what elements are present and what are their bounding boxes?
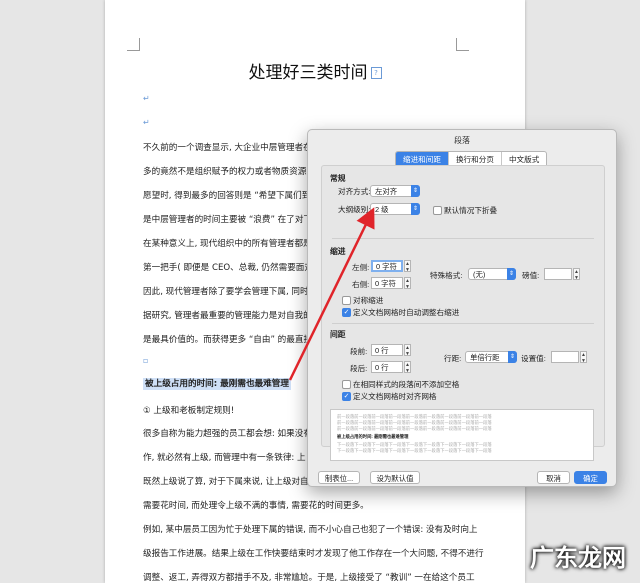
document-title[interactable]: 处理好三类时间? (105, 58, 525, 83)
line-spacing-select[interactable]: 单倍行距 ⇕ (465, 351, 517, 363)
grid-indent-label: 定义文档网格时自动调整右缩进 (353, 308, 460, 317)
special-format-select[interactable]: (无) ⇕ (468, 268, 516, 280)
outline-label: 大纲级别: (338, 205, 371, 214)
body-line[interactable]: 愿望时, 得到最多的回答则是 “希望下属们到 (143, 189, 310, 201)
snap-grid-label: 定义文档网格时对齐网格 (353, 392, 437, 401)
preview-box: 前一段落前一段落前一段落前一段落前一段落前一段落前一段落前一段落前一段落 前一段… (330, 409, 594, 461)
body-line[interactable]: 在某种意义上, 现代组织中的所有管理者都是 “ (143, 237, 319, 249)
chevron-updown-icon: ⇕ (411, 185, 420, 197)
special-format-label: 特殊格式: (430, 271, 463, 280)
body-line[interactable]: 很多自称为能力超强的员工都会想: 如果没有上 (143, 427, 321, 439)
cancel-button[interactable]: 取消 (537, 471, 570, 484)
measure-input[interactable] (544, 268, 572, 280)
right-indent-label: 右侧: (352, 280, 370, 289)
body-line[interactable]: 是最具价值的。而获得更多 “自由” 的最直接且 (143, 333, 321, 345)
paragraph-mark-icon: ↵ (143, 94, 150, 103)
mirror-indent-checkbox[interactable] (342, 296, 351, 305)
grid-indent-checkbox[interactable]: ✓ (342, 308, 351, 317)
no-space-checkbox[interactable] (342, 380, 351, 389)
space-after-label: 段后: (350, 364, 368, 373)
measure-stepper[interactable]: ▲ ▼ (573, 268, 580, 281)
heading-text[interactable]: 被上级占用的时间: 最刚需也最难管理 (143, 378, 291, 390)
body-line[interactable]: 既然上级说了算, 对于下属来说, 让上级对自己 (143, 475, 317, 487)
body-line[interactable]: 第一把手( 即便是 CEO、总裁, 仍然需要面对董 (143, 261, 322, 273)
chevron-updown-icon: ⇕ (411, 203, 420, 215)
dialog-title: 段落 (454, 136, 470, 145)
left-indent-stepper[interactable]: ▲ ▼ (404, 260, 411, 273)
space-after-input[interactable]: 0 行 (371, 361, 403, 373)
list-item[interactable]: ① 上级和老板制定规则! (143, 404, 234, 416)
divider (332, 323, 594, 324)
right-indent-input[interactable]: 0 字符 (371, 277, 403, 289)
collapse-checkbox[interactable] (433, 206, 442, 215)
body-line[interactable]: 不久前的一个调查显示, 大企业中层管理者在被 (143, 141, 320, 153)
page-corner-mark (456, 38, 469, 51)
body-line[interactable]: 级报告工作进展。结果上级在工作快要结束时才发现了他工作存在一个大问题, 不得不进… (143, 547, 484, 559)
section-indent: 缩进 (330, 247, 346, 256)
body-line[interactable]: 是中层管理者的时间主要被 “浪费” 在了对下属 (143, 213, 321, 225)
divider (332, 238, 594, 239)
align-value: 左对齐 (375, 187, 398, 196)
body-line[interactable]: 例如, 某中层员工因为忙于处理下属的错误, 而不小心自己也犯了一个错误: 没有及… (143, 523, 478, 535)
line-spacing-label: 行距: (444, 354, 462, 363)
anchor-icon: ? (370, 67, 382, 79)
body-line[interactable]: 因此, 现代管理者除了要学会管理下属, 同时也 (143, 285, 317, 297)
set-default-button[interactable]: 设为默认值 (370, 471, 420, 484)
left-indent-label: 左侧: (352, 263, 370, 272)
watermark-logo: 广东龙网 (530, 543, 626, 572)
space-before-label: 段前: (350, 347, 368, 356)
section-general: 常规 (330, 174, 346, 183)
page-corner-mark (127, 38, 140, 51)
setting-value-input[interactable] (551, 351, 579, 363)
tabs-button[interactable]: 制表位... (318, 471, 360, 484)
space-before-input[interactable]: 0 行 (371, 344, 403, 356)
section-spacing: 间距 (330, 330, 346, 339)
align-select[interactable]: 左对齐 ⇕ (370, 185, 420, 197)
special-format-value: (无) (473, 270, 486, 279)
measure-label: 磅值: (522, 271, 540, 280)
chevron-updown-icon: ⇕ (507, 268, 516, 280)
paragraph-mark-icon: ▫ (143, 356, 149, 365)
setting-value-stepper[interactable]: ▲ ▼ (580, 351, 587, 364)
line-spacing-value: 单倍行距 (470, 353, 500, 362)
body-line[interactable]: 作, 就必然有上级, 而管理中有一条铁律: 上 (143, 451, 306, 463)
collapse-label: 默认情况下折叠 (444, 206, 498, 215)
right-indent-stepper[interactable]: ▲ ▼ (404, 277, 411, 290)
space-after-stepper[interactable]: ▲ ▼ (404, 361, 411, 374)
chevron-updown-icon: ⇕ (508, 351, 517, 363)
selected-heading[interactable]: 被上级占用的时间: 最刚需也最难管理 (143, 377, 291, 390)
snap-grid-checkbox[interactable]: ✓ (342, 392, 351, 401)
preview-main-text: 被上级占用的时间: 最刚需也最难管理 (337, 434, 409, 439)
space-before-stepper[interactable]: ▲ ▼ (404, 344, 411, 357)
no-space-label: 在相同样式的段落间不添加空格 (353, 380, 460, 389)
preview-next-text: 下一段落下一段落下一段落下一段落下一段落下一段落下一段落下一段落下一段落 (337, 448, 492, 453)
title-text[interactable]: 处理好三类时间 (249, 63, 368, 83)
align-label: 对齐方式: (338, 187, 371, 196)
preview-prev-text: 前一段落前一段落前一段落前一段落前一段落前一段落前一段落前一段落前一段落 (337, 426, 492, 431)
setting-value-label: 设置值: (521, 354, 546, 363)
settings-panel: 常规 对齐方式: 左对齐 ⇕ 大纲级别: 2 级 ⇕ 默认情况下折叠 缩进 左侧… (321, 165, 605, 461)
ok-button[interactable]: 确定 (574, 471, 607, 484)
paragraph-dialog: 段落 缩进和间距 换行和分页 中文版式 常规 对齐方式: 左对齐 ⇕ 大纲级别:… (307, 129, 617, 487)
body-line[interactable]: 据研究, 管理者最重要的管理能力是对自我的管 (143, 309, 320, 321)
body-line[interactable]: 多的竟然不是组织赋予的权力或者物质资源, 而 (143, 165, 320, 177)
body-line[interactable]: 调整、返工, 弄得双方都措手不及, 非常尴尬。于是, 上级接受了 “教训” 一在… (143, 571, 475, 583)
mirror-indent-label: 对称缩进 (353, 296, 384, 305)
outline-level-select[interactable]: 2 级 ⇕ (370, 203, 420, 215)
outline-value: 2 级 (375, 205, 389, 214)
paragraph-mark-icon: ↵ (143, 118, 150, 127)
left-indent-input[interactable]: 0 字符 (371, 260, 403, 272)
body-line[interactable]: 需要花时间, 而处理令上级不满的事情, 需要花的时间更多。 (143, 499, 369, 511)
